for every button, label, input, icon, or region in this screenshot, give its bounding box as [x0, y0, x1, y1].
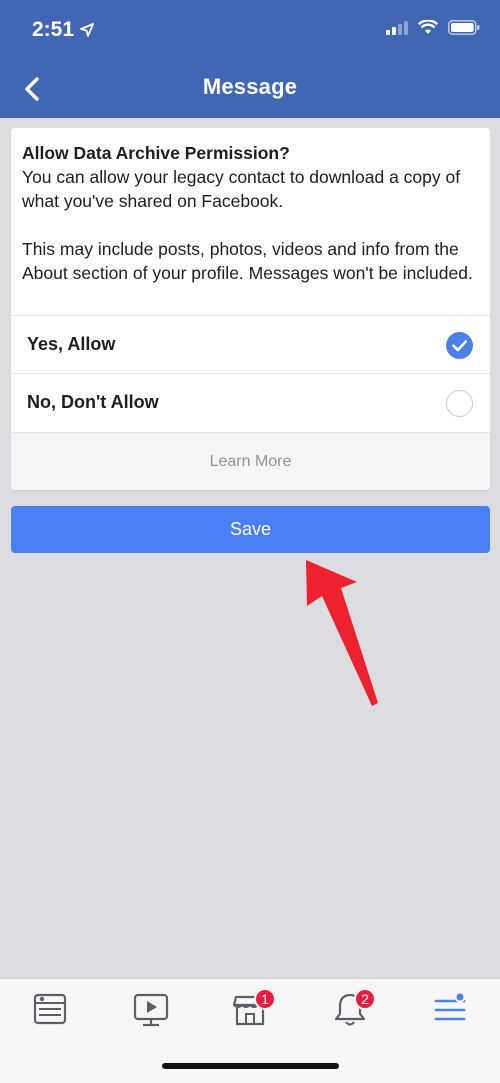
- nav-bar: Message: [0, 64, 500, 118]
- watch-icon: [133, 993, 169, 1027]
- signal-icon: [386, 20, 408, 35]
- menu-icon: [434, 991, 466, 1021]
- radio-checked-icon[interactable]: [446, 332, 473, 359]
- dialog-body-1: You can allow your legacy contact to dow…: [22, 167, 461, 211]
- permission-card: Allow Data Archive Permission? You can a…: [11, 128, 490, 490]
- status-time: 2:51: [32, 18, 94, 42]
- save-button[interactable]: Save: [11, 506, 490, 553]
- battery-icon: [448, 20, 480, 35]
- news-feed-icon: [33, 993, 67, 1025]
- radio-unchecked-icon[interactable]: [446, 390, 473, 417]
- status-icons: [386, 20, 480, 35]
- marketplace-badge: 1: [254, 988, 276, 1010]
- option-yes-allow[interactable]: Yes, Allow: [11, 315, 490, 373]
- notifications-badge: 2: [354, 988, 376, 1010]
- tab-watch[interactable]: [129, 989, 173, 1029]
- top-bar: 2:51 Message: [0, 0, 500, 118]
- dialog-heading: Allow Data Archive Permission?: [22, 143, 290, 163]
- checkmark-icon: [452, 340, 468, 352]
- tab-notifications[interactable]: 2: [328, 988, 376, 1029]
- option-label: No, Don't Allow: [27, 392, 159, 412]
- wifi-icon: [418, 20, 438, 34]
- clock-text: 2:51: [32, 18, 75, 41]
- option-label: Yes, Allow: [27, 334, 116, 354]
- tab-news-feed[interactable]: [28, 989, 72, 1029]
- page-title: Message: [202, 74, 298, 99]
- tab-marketplace[interactable]: 1: [228, 988, 276, 1029]
- learn-more-link[interactable]: Learn More: [11, 432, 490, 490]
- status-bar: 2:51: [0, 0, 500, 64]
- location-arrow-icon: [80, 23, 94, 37]
- home-indicator[interactable]: [162, 1063, 339, 1069]
- tab-menu[interactable]: [428, 989, 472, 1029]
- option-no-dont-allow[interactable]: No, Don't Allow: [11, 373, 490, 431]
- dialog-body-2: This may include posts, photos, videos a…: [22, 239, 473, 283]
- permission-description: Allow Data Archive Permission? You can a…: [11, 128, 490, 285]
